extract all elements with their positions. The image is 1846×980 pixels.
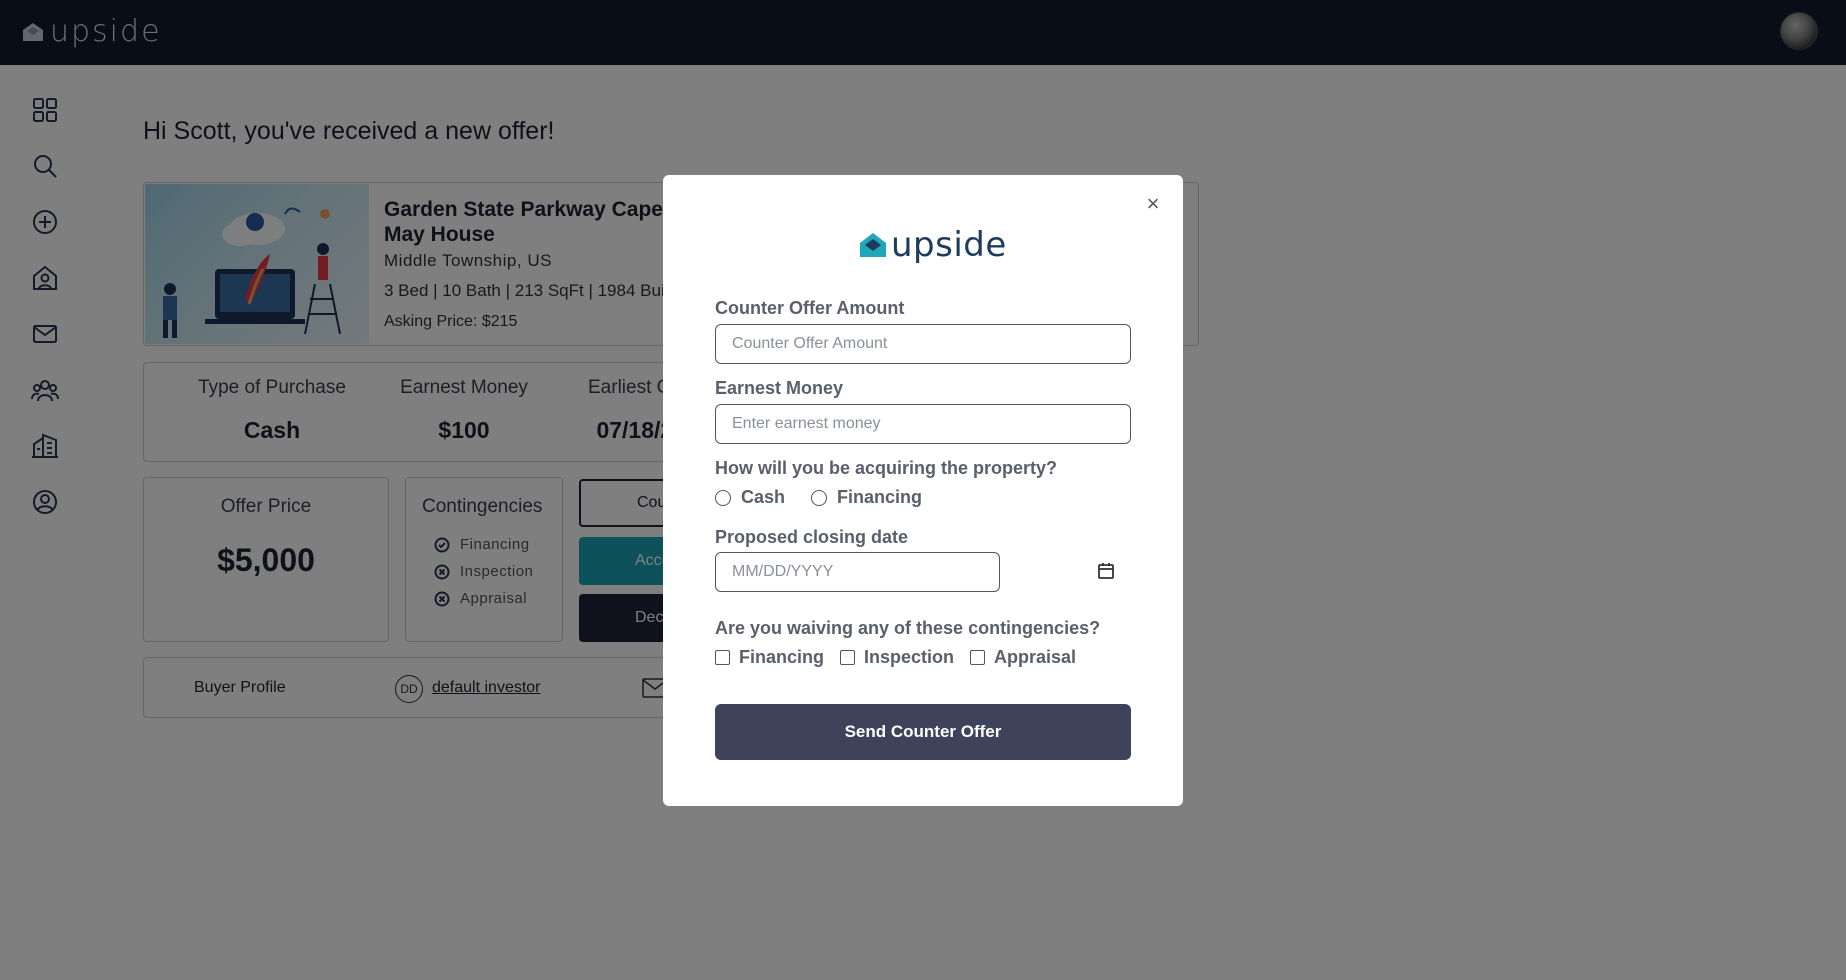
counter-offer-input[interactable] (715, 324, 1131, 364)
counter-offer-modal: × upside Counter Offer Amount Earnest Mo… (663, 175, 1183, 806)
modal-logo: upside (859, 225, 1007, 265)
counter-offer-label: Counter Offer Amount (715, 298, 905, 318)
closing-date-label: Proposed closing date (715, 527, 909, 547)
checkbox-appraisal[interactable] (970, 650, 986, 665)
earnest-money-label: Earnest Money (715, 378, 844, 398)
radio-cash-label[interactable]: Cash (741, 487, 785, 508)
checkbox-appraisal-label[interactable]: Appraisal (994, 647, 1076, 668)
checkbox-financing-label[interactable]: Financing (739, 647, 824, 668)
house-logo-icon (860, 233, 886, 257)
acquire-options: Cash Financing (715, 487, 922, 508)
radio-financing-label[interactable]: Financing (837, 487, 922, 508)
acquire-question: How will you be acquiring the property? (715, 458, 1058, 478)
checkbox-inspection[interactable] (840, 650, 855, 665)
close-icon[interactable]: × (1143, 193, 1163, 215)
calendar-icon[interactable] (1097, 562, 1115, 580)
checkbox-inspection-label[interactable]: Inspection (864, 647, 954, 668)
earnest-money-input[interactable] (715, 404, 1131, 444)
closing-date-input[interactable] (715, 552, 1000, 592)
radio-cash[interactable] (715, 489, 731, 506)
waive-question: Are you waiving any of these contingenci… (715, 618, 1101, 638)
modal-logo-text: upside (891, 225, 1007, 265)
radio-financing[interactable] (811, 489, 828, 506)
waive-options: Financing Inspection Appraisal (715, 647, 1076, 668)
checkbox-financing[interactable] (715, 650, 730, 665)
send-counter-offer-button[interactable]: Send Counter Offer (715, 704, 1131, 760)
